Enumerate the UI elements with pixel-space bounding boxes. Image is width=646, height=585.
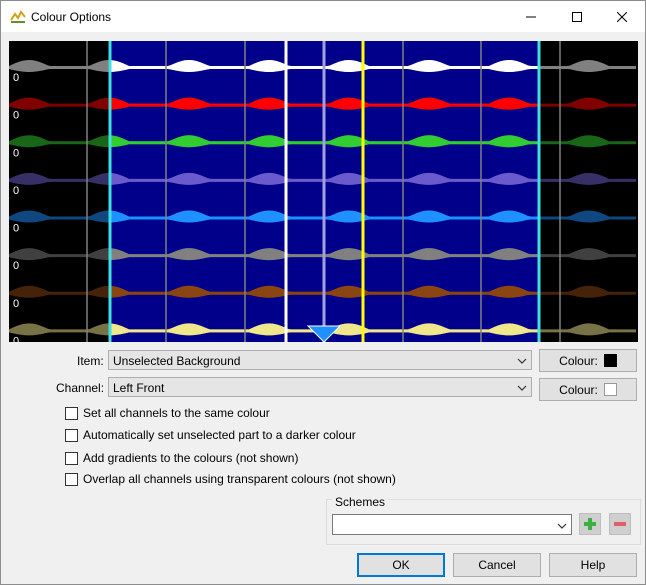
checkbox-box[interactable] bbox=[65, 472, 78, 486]
checkbox-box[interactable] bbox=[65, 406, 78, 420]
channel-dropdown-value: Left Front bbox=[113, 381, 165, 395]
schemes-dropdown[interactable] bbox=[332, 514, 572, 535]
title-bar: Colour Options bbox=[1, 1, 645, 32]
cancel-button[interactable]: Cancel bbox=[453, 553, 541, 577]
channel-value-label: 0 bbox=[13, 335, 19, 342]
item-colour-swatch bbox=[603, 354, 617, 367]
same-colour-checkbox[interactable]: Set all channels to the same colour bbox=[65, 406, 270, 420]
checkbox-label: Automatically set unselected part to a d… bbox=[83, 428, 356, 442]
channel-value-label: 0 bbox=[13, 110, 19, 122]
checkbox-label: Add gradients to the colours (not shown) bbox=[83, 451, 299, 465]
waveform-preview[interactable]: 0 0 0 0 0 0 0 0 bbox=[9, 41, 638, 342]
checkbox-box[interactable] bbox=[65, 451, 78, 465]
item-colour-button[interactable]: Colour: bbox=[539, 349, 637, 372]
checkbox-label: Overlap all channels using transparent c… bbox=[83, 472, 396, 486]
chevron-down-icon bbox=[517, 382, 527, 396]
plus-icon bbox=[584, 518, 596, 530]
minimize-button[interactable] bbox=[508, 1, 554, 32]
channel-value-label: 0 bbox=[13, 223, 19, 235]
minimize-icon bbox=[526, 16, 536, 17]
waveform-canvas: 0 0 0 0 0 0 0 0 bbox=[9, 41, 638, 342]
remove-scheme-button[interactable] bbox=[609, 513, 631, 535]
gradients-checkbox[interactable]: Add gradients to the colours (not shown) bbox=[65, 451, 298, 465]
help-button[interactable]: Help bbox=[549, 553, 637, 577]
ok-button[interactable]: OK bbox=[357, 553, 445, 577]
channel-label: Channel: bbox=[56, 381, 105, 395]
schemes-title: Schemes bbox=[332, 495, 389, 509]
close-button[interactable] bbox=[599, 1, 645, 32]
minus-icon bbox=[614, 522, 626, 526]
chevron-down-icon bbox=[557, 520, 567, 534]
item-dropdown[interactable]: Unselected Background bbox=[108, 350, 532, 370]
channel-value-label: 0 bbox=[13, 298, 19, 310]
channel-value-label: 0 bbox=[13, 72, 19, 84]
maximize-button[interactable] bbox=[554, 1, 600, 32]
channel-colour-swatch bbox=[603, 383, 617, 396]
channel-value-label: 0 bbox=[13, 147, 19, 159]
checkbox-label: Set all channels to the same colour bbox=[83, 406, 270, 420]
channel-colour-button[interactable]: Colour: bbox=[539, 378, 637, 401]
maximize-icon bbox=[572, 11, 582, 22]
overlap-checkbox[interactable]: Overlap all channels using transparent c… bbox=[65, 472, 396, 486]
close-icon bbox=[617, 11, 627, 22]
checkbox-box[interactable] bbox=[65, 428, 78, 442]
channel-dropdown[interactable]: Left Front bbox=[108, 377, 532, 397]
item-colour-label: Colour: bbox=[559, 353, 598, 368]
chevron-down-icon bbox=[517, 355, 527, 369]
darker-colour-checkbox[interactable]: Automatically set unselected part to a d… bbox=[65, 428, 356, 442]
channel-value-label: 0 bbox=[13, 260, 19, 272]
window-title: Colour Options bbox=[31, 10, 112, 24]
channel-colour-label: Colour: bbox=[559, 382, 598, 397]
add-scheme-button[interactable] bbox=[579, 513, 601, 535]
channel-value-label: 0 bbox=[13, 185, 19, 197]
app-logo-icon bbox=[10, 9, 26, 26]
item-dropdown-value: Unselected Background bbox=[113, 354, 241, 368]
colour-options-window: Colour Options 0 0 0 0 0 0 0 0 Item: Unselected… bbox=[0, 0, 646, 585]
item-label: Item: bbox=[77, 354, 104, 368]
